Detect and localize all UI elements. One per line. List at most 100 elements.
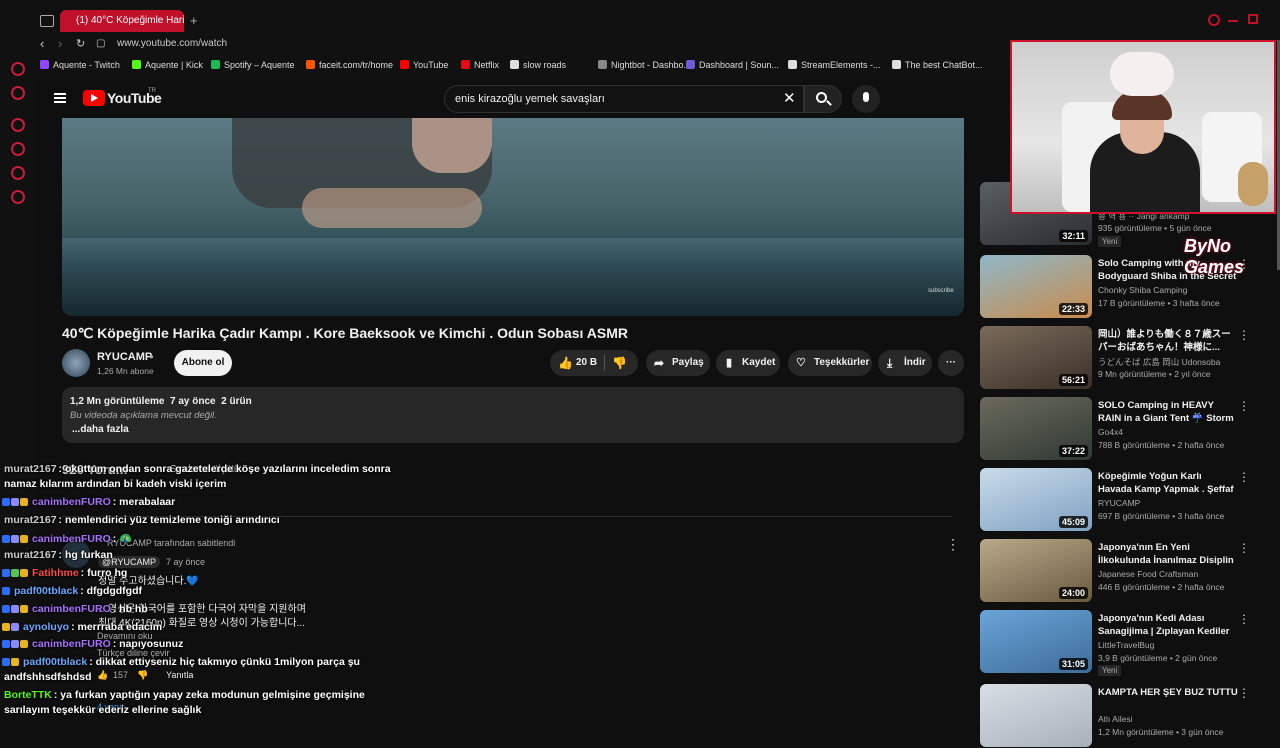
- related-video-card[interactable]: KAMPTA HER ŞEY BUZ TUTTU Atlı Ailesi 1,2 M…: [980, 684, 1280, 748]
- related-video-channel[interactable]: うどんそば 広島 岡山 Udonsoba: [1098, 356, 1220, 368]
- sidebar-clock-icon[interactable]: [11, 142, 25, 156]
- bookmark-item[interactable]: Netflix: [461, 60, 499, 70]
- share-button[interactable]: ➦ Paylaş: [646, 350, 710, 376]
- tab-overview-icon[interactable]: [40, 15, 54, 27]
- chat-message: canimbenFURO: napıyosunuz: [2, 638, 183, 650]
- subscribe-button[interactable]: Abone ol: [174, 350, 232, 376]
- video-menu-icon[interactable]: ⋮: [1238, 399, 1250, 413]
- related-video-title[interactable]: Köpeğimle Yoğun Karlı Havada Kamp Yapmak…: [1098, 470, 1238, 496]
- related-video-channel[interactable]: RYUCAMP: [1098, 498, 1140, 508]
- related-video-channel[interactable]: Atlı Ailesi: [1098, 714, 1133, 724]
- video-menu-icon[interactable]: ⋮: [1238, 470, 1250, 484]
- download-button[interactable]: ⤓ İndir: [878, 350, 932, 376]
- video-thumbnail[interactable]: [980, 684, 1092, 747]
- like-icon[interactable]: 👍: [558, 350, 573, 376]
- chat-message: BorteTTK: ya furkan yaptığın yapay zeka …: [4, 689, 365, 701]
- url-field[interactable]: www.youtube.com/watch: [117, 38, 227, 49]
- sidebar-messenger-icon[interactable]: [11, 118, 25, 132]
- bookmark-icon: ▮: [726, 357, 733, 369]
- video-menu-icon[interactable]: ⋮: [1238, 686, 1250, 700]
- sidebar-pinboard-icon[interactable]: [11, 86, 25, 100]
- reply-button[interactable]: Yanıtla: [166, 670, 193, 680]
- bookmark-item[interactable]: faceit.com/tr/home: [306, 60, 393, 70]
- related-video-card[interactable]: 37:22 SOLO Camping in HEAVY RAIN in a Gia…: [980, 397, 1280, 461]
- active-tab[interactable]: (1) 40°C Köpeğimle Harika: [60, 10, 184, 32]
- minimize-icon[interactable]: [1228, 20, 1238, 22]
- channel-name[interactable]: RYUCAMP: [97, 351, 152, 363]
- chat-message: murat2167: okuttum ondan sonra gazeteler…: [4, 463, 391, 475]
- video-menu-icon[interactable]: ⋮: [1238, 328, 1250, 342]
- more-actions-button[interactable]: ···: [938, 350, 964, 376]
- related-video-card[interactable]: 31:05 Japonya'nın Kedi Adası Sanagijima |…: [980, 610, 1280, 676]
- clear-search-icon[interactable]: ✕: [783, 89, 796, 107]
- voice-search-button[interactable]: [852, 85, 880, 113]
- maximize-icon[interactable]: [1248, 14, 1258, 24]
- related-video-title[interactable]: SOLO Camping in HEAVY RAIN in a Giant Te…: [1098, 399, 1238, 425]
- search-box[interactable]: enis kirazoğlu yemek savaşları ✕: [444, 85, 804, 113]
- sidebar-history-icon[interactable]: [11, 62, 25, 76]
- sidebar-extensions-icon[interactable]: [11, 166, 25, 180]
- bookmark-item[interactable]: Spotify – Aquente: [211, 60, 295, 70]
- related-video-title[interactable]: 岡山）誰よりも働く８７歳スーパーおばあちゃん！神様に...: [1098, 328, 1238, 354]
- bookmark-item[interactable]: The best ChatBot...: [892, 60, 983, 70]
- bookmark-favicon-icon: [40, 60, 49, 69]
- bookmark-item[interactable]: Aquente - Twitch: [40, 60, 120, 70]
- related-video-title[interactable]: Japonya'nın Kedi Adası Sanagijima | Zıpl…: [1098, 612, 1238, 638]
- chat-text: : 🦚: [112, 533, 133, 545]
- save-button[interactable]: ▮ Kaydet: [716, 350, 780, 376]
- related-video-channel[interactable]: Japanese Food Craftsman: [1098, 569, 1198, 579]
- thanks-icon: ♡: [796, 357, 806, 369]
- chat-username: canimbenFURO: [32, 533, 111, 545]
- video-menu-icon[interactable]: ⋮: [1238, 612, 1250, 626]
- video-menu-icon[interactable]: ⋮: [1238, 541, 1250, 555]
- related-video-title[interactable]: Japonya'nın En Yeni İlkokulunda İnanılma…: [1098, 541, 1238, 567]
- new-tab-icon[interactable]: +: [190, 13, 198, 28]
- bookmark-favicon-icon: [461, 60, 470, 69]
- channel-avatar[interactable]: [62, 349, 90, 377]
- video-thumbnail[interactable]: 56:21: [980, 326, 1092, 389]
- bookmark-item[interactable]: Nightbot - Dashbo...: [598, 60, 691, 70]
- comment-like-icon[interactable]: 👍: [97, 670, 108, 681]
- video-thumbnail[interactable]: 45:09: [980, 468, 1092, 531]
- forward-icon[interactable]: ›: [58, 36, 62, 51]
- thanks-label: Teşekkürler: [814, 357, 870, 368]
- bookmark-label: StreamElements -...: [801, 60, 881, 70]
- chat-username: murat2167: [4, 463, 57, 475]
- youtube-logo-icon[interactable]: [83, 90, 105, 106]
- description-box[interactable]: 1,2 Mn görüntüleme 7 ay önce 2 ürün Bu v…: [62, 387, 964, 443]
- menu-icon[interactable]: [54, 93, 66, 95]
- sidebar-settings-icon[interactable]: [11, 190, 25, 204]
- video-thumbnail[interactable]: 24:00: [980, 539, 1092, 602]
- reload-icon[interactable]: ↻: [76, 37, 85, 50]
- chat-username: BorteTTK: [4, 689, 52, 701]
- video-player[interactable]: subscribe: [62, 118, 964, 316]
- search-tabs-icon[interactable]: [1208, 14, 1220, 26]
- like-count[interactable]: 20 B: [576, 350, 597, 376]
- related-video-card[interactable]: 45:09 Köpeğimle Yoğun Karlı Havada Kamp Y…: [980, 468, 1280, 532]
- description-more[interactable]: ...daha fazla: [72, 424, 129, 435]
- bookmark-label: Netflix: [474, 60, 500, 70]
- comment-menu-icon[interactable]: ⋮: [946, 536, 960, 553]
- thanks-button[interactable]: ♡ Teşekkürler: [788, 350, 872, 376]
- comment-dislike-icon[interactable]: 👎: [137, 670, 148, 681]
- search-button[interactable]: [804, 85, 842, 113]
- video-thumbnail[interactable]: 22:33: [980, 255, 1092, 318]
- video-thumbnail[interactable]: 31:05: [980, 610, 1092, 673]
- dislike-icon[interactable]: 👎: [612, 350, 627, 376]
- video-thumbnail[interactable]: 37:22: [980, 397, 1092, 460]
- bookmark-item[interactable]: slow roads: [510, 60, 566, 70]
- chat-message: canimbenFURO: merabalaar: [2, 496, 175, 508]
- bookmark-item[interactable]: YouTube: [400, 60, 448, 70]
- bookmark-item[interactable]: Aquente | Kick: [132, 60, 203, 70]
- related-video-title[interactable]: KAMPTA HER ŞEY BUZ TUTTU: [1098, 686, 1238, 699]
- bookmark-item[interactable]: StreamElements -...: [788, 60, 881, 70]
- related-video-channel[interactable]: Chonky Shiba Camping: [1098, 285, 1187, 295]
- related-video-channel[interactable]: LittleTravelBug: [1098, 640, 1154, 650]
- related-video-card[interactable]: 56:21 岡山）誰よりも働く８７歳スーパーおばあちゃん！神様に... うどんそば …: [980, 326, 1280, 390]
- related-video-channel[interactable]: Go4x4: [1098, 427, 1123, 437]
- related-video-card[interactable]: 24:00 Japonya'nın En Yeni İlkokulunda İna…: [980, 539, 1280, 603]
- back-icon[interactable]: ‹: [40, 36, 44, 51]
- search-input[interactable]: enis kirazoğlu yemek savaşları: [455, 93, 605, 105]
- bookmark-item[interactable]: Dashboard | Soun...: [686, 60, 779, 70]
- site-info-icon[interactable]: ▢: [96, 38, 105, 49]
